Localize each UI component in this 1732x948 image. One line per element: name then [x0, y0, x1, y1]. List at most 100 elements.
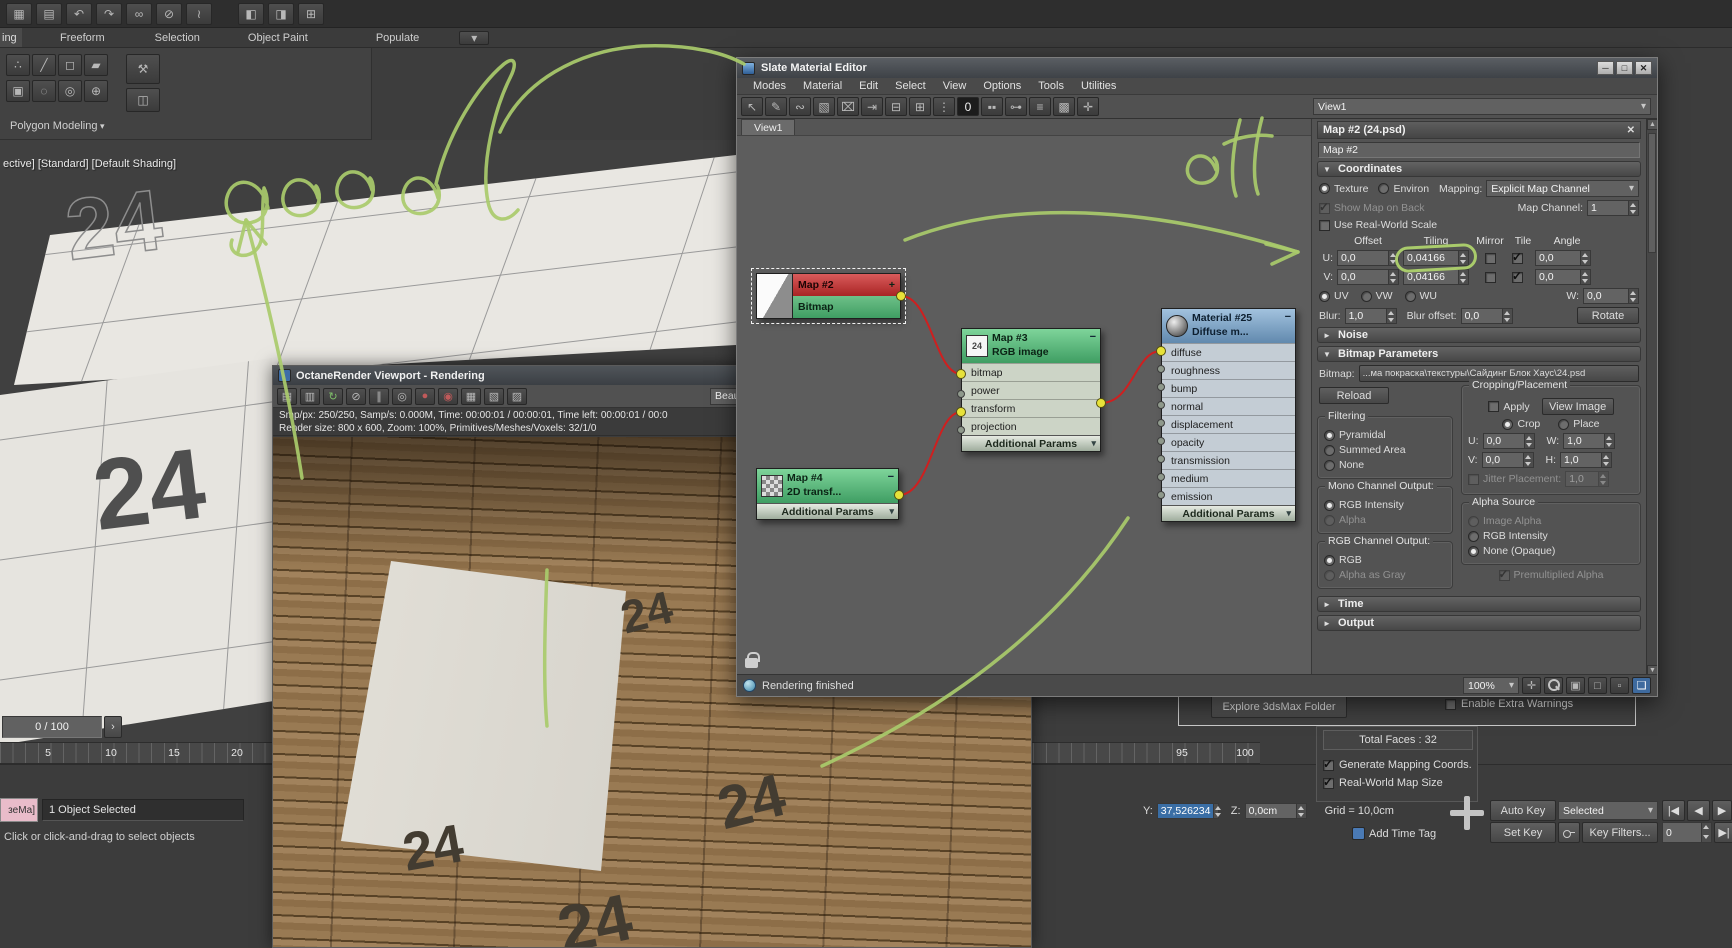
rotate-button[interactable]: Rotate: [1577, 307, 1639, 324]
border-mode-icon[interactable]: ◻: [58, 54, 82, 76]
u-tile-checkbox[interactable]: [1512, 250, 1523, 264]
environ-radio[interactable]: [1378, 183, 1390, 194]
u-offset-field[interactable]: 0,0: [1337, 250, 1389, 266]
scroll-up-icon[interactable]: ▲: [1647, 119, 1657, 130]
zoom-extents-icon[interactable]: □: [1588, 677, 1607, 694]
crop-v-field[interactable]: 0,0: [1481, 452, 1524, 468]
slot-bump[interactable]: bump: [1162, 379, 1295, 397]
unlink-selection-icon[interactable]: ⊘: [156, 2, 182, 25]
add-time-tag[interactable]: Add Time Tag: [1369, 828, 1436, 840]
layout-all-icon[interactable]: ⊞: [909, 97, 931, 116]
slot-bitmap[interactable]: bitmap: [962, 363, 1100, 381]
close-params-icon[interactable]: ✕: [1627, 125, 1635, 136]
zoom-region-icon[interactable]: ▣: [1566, 677, 1585, 694]
grow-selection-icon[interactable]: ⊕: [84, 80, 108, 102]
show-map-in-viewport-icon[interactable]: ▧: [813, 97, 835, 116]
key-filters-button[interactable]: Key Filters...: [1582, 822, 1658, 843]
viewport-shading-label[interactable]: ective] [Standard] [Default Shading]: [3, 158, 176, 170]
params-scrollbar[interactable]: ▲ ▼: [1646, 119, 1657, 676]
v-tiling-field[interactable]: 0,04166: [1403, 269, 1459, 285]
collapse-node-icon[interactable]: [888, 471, 894, 483]
camera-icon[interactable]: ●: [415, 387, 435, 405]
map-channel-field[interactable]: 1: [1587, 200, 1629, 216]
isolate-selection-icon[interactable]: ≡: [1029, 97, 1051, 116]
menu-utilities[interactable]: Utilities: [1073, 79, 1124, 93]
show-shaded-material-icon[interactable]: ▪▪: [981, 97, 1003, 116]
show-map-on-back-checkbox[interactable]: [1319, 200, 1330, 214]
material-name-field[interactable]: Map #2: [1318, 142, 1640, 158]
none-opaque-radio[interactable]: [1468, 545, 1479, 557]
y-coordinate-field[interactable]: 37,526234: [1156, 803, 1215, 819]
filtering-none-radio[interactable]: [1324, 459, 1335, 471]
expand-node-icon[interactable]: +: [889, 279, 895, 291]
rollout-output[interactable]: Output: [1317, 615, 1641, 631]
polygon-mode-icon[interactable]: ▰: [84, 54, 108, 76]
additional-params-bar[interactable]: Additional Params: [962, 435, 1100, 451]
lock-camera-icon[interactable]: ⊘: [346, 387, 366, 405]
modify-mode-icon[interactable]: ⚒: [126, 54, 160, 84]
node-view[interactable]: View1 Map #2 + Bitmap 24 Map #3 RGB image: [737, 119, 1311, 676]
w-field[interactable]: 0,0: [1583, 288, 1629, 304]
alpha-as-gray-radio[interactable]: [1324, 569, 1335, 581]
pan-to-selected-icon[interactable]: ❑: [1632, 677, 1651, 694]
node-map2[interactable]: Map #2 + Bitmap: [751, 268, 906, 324]
bind-to-space-warp-icon[interactable]: ≀: [186, 2, 212, 25]
place-radio[interactable]: [1558, 418, 1570, 430]
jitter-field[interactable]: 1,0: [1565, 471, 1600, 487]
menu-view[interactable]: View: [935, 79, 975, 93]
zoom-icon[interactable]: [1544, 677, 1563, 694]
slot-displacement[interactable]: displacement: [1162, 415, 1295, 433]
polygon-modeling-label[interactable]: Polygon Modeling: [10, 120, 104, 132]
alpha-rgb-intensity-radio[interactable]: [1468, 530, 1479, 542]
scrollbar-thumb[interactable]: [1648, 133, 1656, 253]
background-toggle-icon[interactable]: ▩: [1053, 97, 1075, 116]
u-angle-field[interactable]: 0,0: [1535, 250, 1581, 266]
go-to-start-button[interactable]: |◀: [1662, 800, 1685, 821]
new-render-icon[interactable]: ▤: [277, 387, 297, 405]
crop-radio[interactable]: [1502, 418, 1514, 430]
additional-params-bar[interactable]: Additional Params: [757, 503, 898, 519]
node-material25[interactable]: Material #25 Diffuse m... diffuse roughn…: [1161, 308, 1296, 522]
v-offset-field[interactable]: 0,0: [1337, 269, 1389, 285]
slot-medium[interactable]: medium: [1162, 469, 1295, 487]
focus-picker-icon[interactable]: ◎: [392, 387, 412, 405]
apply-checkbox[interactable]: [1488, 401, 1500, 412]
slate-title-bar[interactable]: Slate Material Editor ─ □ ✕: [737, 58, 1657, 78]
explore-3dsmax-folder-button[interactable]: Explore 3dsMax Folder: [1211, 695, 1347, 718]
restart-render-icon[interactable]: ↻: [323, 387, 343, 405]
vw-radio[interactable]: [1360, 290, 1372, 302]
fit-screen-icon[interactable]: ▦: [461, 387, 481, 405]
vertex-mode-icon[interactable]: ∴: [6, 54, 30, 76]
align-icon[interactable]: ◨: [268, 2, 294, 25]
tab-populate[interactable]: Populate: [362, 30, 433, 46]
layer-manager-icon[interactable]: ▤: [36, 2, 62, 25]
frame-range-field[interactable]: 0 / 100: [2, 716, 102, 738]
menu-options[interactable]: Options: [975, 79, 1029, 93]
edge-mode-icon[interactable]: ╱: [32, 54, 56, 76]
premultiplied-alpha-checkbox[interactable]: [1498, 567, 1510, 581]
save-image-icon[interactable]: ▥: [300, 387, 320, 405]
tab-view1[interactable]: View1: [741, 119, 796, 135]
reload-button[interactable]: Reload: [1319, 387, 1389, 404]
pyramidal-radio[interactable]: [1324, 429, 1335, 441]
texture-radio[interactable]: [1319, 183, 1330, 194]
slot-diffuse[interactable]: diffuse: [1162, 343, 1295, 361]
v-angle-field[interactable]: 0,0: [1535, 269, 1581, 285]
wu-radio[interactable]: [1404, 290, 1416, 302]
pick-material-icon[interactable]: ✎: [765, 97, 787, 116]
slot-normal[interactable]: normal: [1162, 397, 1295, 415]
slot-transform[interactable]: transform: [962, 399, 1100, 417]
active-view-dropdown[interactable]: View1: [1313, 98, 1651, 115]
pause-render-icon[interactable]: ∥: [369, 387, 389, 405]
menu-edit[interactable]: Edit: [851, 79, 886, 93]
previous-frame-button[interactable]: ◀: [1687, 800, 1710, 821]
crop-h-field[interactable]: 1,0: [1560, 452, 1603, 468]
z-coordinate-field[interactable]: 0,0cm: [1244, 803, 1297, 819]
zoom-selected-icon[interactable]: ▫: [1610, 677, 1629, 694]
hide-unused-slots-icon[interactable]: ⊟: [885, 97, 907, 116]
put-to-library-icon[interactable]: ∾: [789, 97, 811, 116]
material-id-channel-icon[interactable]: 0: [957, 97, 979, 116]
crop-w-field[interactable]: 1,0: [1563, 433, 1606, 449]
blur-field[interactable]: 1,0: [1344, 307, 1387, 324]
real-world-map-size-checkbox[interactable]: [1323, 775, 1334, 789]
